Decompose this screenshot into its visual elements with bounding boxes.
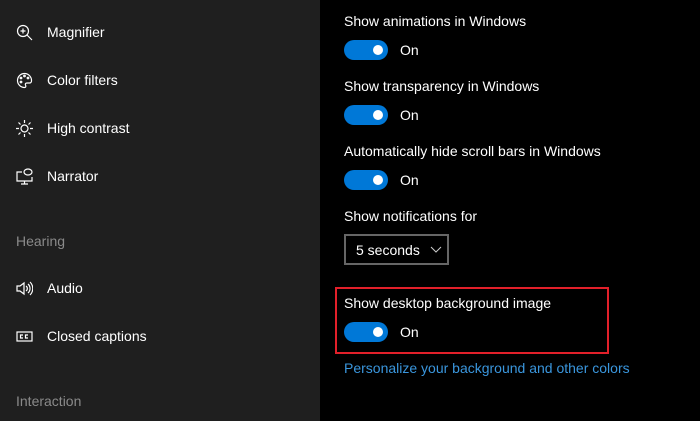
nav-label: Closed captions [47,328,147,344]
toggle-state: On [400,172,419,188]
toggle-switch[interactable] [344,170,388,190]
animations-toggle[interactable]: On [344,40,419,60]
background-label: Show desktop background image [344,295,552,311]
section-hearing: Hearing [16,233,66,249]
magnifier-icon [16,24,33,40]
toggle-state: On [400,107,419,123]
sidebar: Magnifier Color filters High contrast Na… [0,0,320,421]
nav-label: Magnifier [47,24,105,40]
cc-icon [16,330,33,342]
nav-label: Color filters [47,72,118,88]
dropdown-value: 5 seconds [356,241,420,258]
nav-label: Narrator [47,168,99,184]
speaker-icon [16,281,33,295]
palette-icon [16,72,33,88]
nav-color-filters[interactable]: Color filters [16,68,118,92]
background-toggle[interactable]: On [344,322,419,342]
nav-high-contrast[interactable]: High contrast [16,116,129,140]
notifications-dropdown[interactable]: 5 seconds [344,234,449,265]
transparency-toggle[interactable]: On [344,105,419,125]
setting-label: Automatically hide scroll bars in Window… [344,143,601,159]
nav-closed-captions[interactable]: Closed captions [16,324,147,348]
nav-magnifier[interactable]: Magnifier [16,20,105,44]
nav-audio[interactable]: Audio [16,276,83,300]
nav-label: Audio [47,280,83,296]
toggle-switch[interactable] [344,40,388,60]
narrator-icon [16,167,33,185]
notifications-label: Show notifications for [344,208,478,224]
scrollbars-toggle[interactable]: On [344,170,419,190]
toggle-switch[interactable] [344,322,388,342]
toggle-switch[interactable] [344,105,388,125]
toggle-state: On [400,42,419,58]
nav-narrator[interactable]: Narrator [16,164,98,188]
chevron-down-icon [430,246,442,253]
toggle-state: On [400,324,419,340]
section-interaction: Interaction [16,393,82,409]
settings-panel: Show animations in Windows On Show trans… [320,0,700,421]
nav-label: High contrast [47,120,130,136]
setting-label: Show transparency in Windows [344,78,540,94]
setting-label: Show animations in Windows [344,13,527,29]
personalize-link[interactable]: Personalize your background and other co… [344,360,630,376]
brightness-icon [16,119,33,137]
